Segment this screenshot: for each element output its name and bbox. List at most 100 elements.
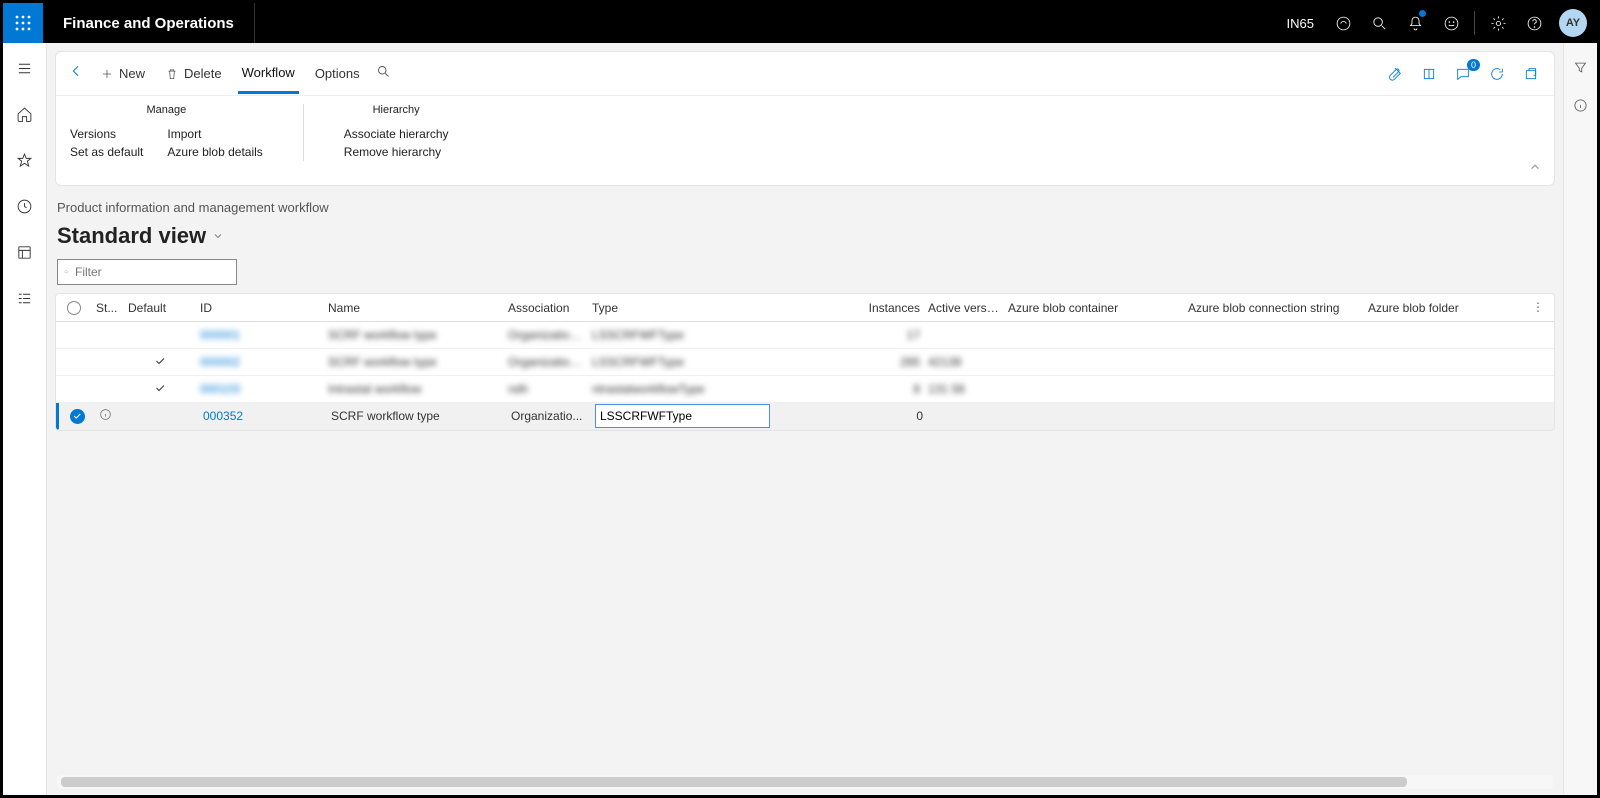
action-associate-hierarchy[interactable]: Associate hierarchy bbox=[344, 125, 449, 143]
chevron-down-icon bbox=[212, 230, 224, 242]
column-id[interactable]: ID bbox=[196, 301, 324, 315]
action-search-icon[interactable] bbox=[376, 64, 391, 84]
breadcrumb: Product information and management workf… bbox=[55, 194, 1555, 221]
table-row[interactable]: 000103Intrastat workflowndhntrastatworkf… bbox=[56, 376, 1554, 403]
row-name: SCRF workflow type bbox=[324, 328, 504, 342]
column-blob-container[interactable]: Azure blob container bbox=[1004, 301, 1184, 315]
right-side-rail bbox=[1563, 43, 1597, 795]
action-bar: New Delete Workflow Options 0 bbox=[55, 51, 1555, 186]
recent-icon[interactable] bbox=[8, 189, 42, 223]
action-versions[interactable]: Versions bbox=[70, 125, 143, 143]
table-row[interactable]: 000001SCRF workflow typeOrganizatio…LSSC… bbox=[56, 322, 1554, 349]
row-id-link[interactable]: 000352 bbox=[199, 409, 327, 423]
messages-icon[interactable]: 0 bbox=[1452, 63, 1474, 85]
new-button[interactable]: New bbox=[96, 62, 149, 85]
related-info-icon[interactable] bbox=[1571, 95, 1591, 115]
row-active-version: 42138 bbox=[924, 355, 1004, 369]
column-blob-connection[interactable]: Azure blob connection string bbox=[1184, 301, 1364, 315]
refresh-icon[interactable] bbox=[1486, 63, 1508, 85]
settings-icon[interactable] bbox=[1481, 3, 1515, 43]
row-name: Intrastat workflow bbox=[324, 382, 504, 396]
action-group-manage: Manage Versions Set as default Import Az… bbox=[70, 104, 263, 161]
view-title-label: Standard view bbox=[57, 223, 206, 249]
top-header: Finance and Operations IN65 AY bbox=[3, 3, 1597, 43]
row-association: ndh bbox=[504, 382, 588, 396]
horizontal-scrollbar[interactable] bbox=[57, 775, 1553, 789]
app-title: Finance and Operations bbox=[43, 3, 255, 43]
legal-entity[interactable]: IN65 bbox=[1277, 16, 1324, 31]
search-icon bbox=[64, 266, 69, 278]
grid-column-options-icon[interactable]: ⋮ bbox=[1528, 300, 1548, 314]
column-name[interactable]: Name bbox=[324, 301, 504, 315]
row-default bbox=[124, 382, 196, 397]
row-id-link[interactable]: 000103 bbox=[196, 382, 324, 396]
row-name: SCRF workflow type bbox=[324, 355, 504, 369]
search-icon[interactable] bbox=[1362, 3, 1396, 43]
row-type: LSSCRFWFType bbox=[588, 328, 848, 342]
user-avatar[interactable]: AY bbox=[1559, 9, 1587, 37]
open-in-window-icon[interactable] bbox=[1418, 63, 1440, 85]
row-status bbox=[95, 408, 127, 424]
back-button[interactable] bbox=[68, 63, 84, 84]
column-active-version[interactable]: Active version bbox=[924, 301, 1004, 315]
row-instances: 8 bbox=[848, 382, 924, 396]
row-association: Organizatio... bbox=[507, 409, 591, 423]
select-all[interactable] bbox=[56, 301, 92, 315]
feedback-icon[interactable] bbox=[1434, 3, 1468, 43]
left-navigation-rail bbox=[3, 43, 47, 795]
main-content: New Delete Workflow Options 0 bbox=[47, 43, 1563, 795]
app-launcher-button[interactable] bbox=[3, 3, 43, 43]
group-title-manage: Manage bbox=[70, 104, 263, 116]
delete-button[interactable]: Delete bbox=[161, 62, 226, 85]
row-type[interactable] bbox=[591, 404, 851, 428]
action-azure-blob-details[interactable]: Azure blob details bbox=[167, 143, 262, 161]
column-association[interactable]: Association bbox=[504, 301, 588, 315]
delete-button-label: Delete bbox=[184, 66, 222, 81]
group-title-hierarchy: Hierarchy bbox=[344, 104, 449, 116]
action-remove-hierarchy[interactable]: Remove hierarchy bbox=[344, 143, 449, 161]
view-selector[interactable]: Standard view bbox=[55, 221, 1555, 259]
column-status[interactable]: St... bbox=[92, 301, 124, 315]
tab-options[interactable]: Options bbox=[311, 55, 364, 92]
column-instances[interactable]: Instances bbox=[848, 301, 924, 315]
workspaces-icon[interactable] bbox=[8, 235, 42, 269]
tab-workflow[interactable]: Workflow bbox=[238, 54, 299, 94]
plus-icon bbox=[100, 67, 114, 81]
action-group-hierarchy: Hierarchy Associate hierarchy Remove hie… bbox=[344, 104, 449, 161]
favorites-icon[interactable] bbox=[8, 143, 42, 177]
help-icon[interactable] bbox=[1517, 3, 1551, 43]
row-default bbox=[124, 355, 196, 370]
row-id-link[interactable]: 000002 bbox=[196, 355, 324, 369]
table-row[interactable]: 000352SCRF workflow typeOrganizatio...0 bbox=[56, 403, 1554, 430]
column-type[interactable]: Type bbox=[588, 301, 848, 315]
row-instances: 17 bbox=[848, 328, 924, 342]
column-default[interactable]: Default bbox=[124, 301, 196, 315]
quick-filter[interactable] bbox=[57, 259, 237, 285]
row-association: Organizatio… bbox=[504, 355, 588, 369]
collapse-action-pane-icon[interactable] bbox=[1528, 160, 1542, 179]
hamburger-icon[interactable] bbox=[8, 51, 42, 85]
filter-input[interactable] bbox=[75, 265, 230, 279]
row-select[interactable] bbox=[59, 409, 95, 424]
grid-header: St... Default ID Name Association Type I… bbox=[56, 294, 1554, 322]
new-button-label: New bbox=[119, 66, 145, 81]
waffle-icon bbox=[15, 15, 31, 31]
row-instances: 285 bbox=[848, 355, 924, 369]
table-row[interactable]: 000002SCRF workflow typeOrganizatio…LSSC… bbox=[56, 349, 1554, 376]
notifications-icon[interactable] bbox=[1398, 3, 1432, 43]
attachments-icon[interactable] bbox=[1384, 63, 1406, 85]
copilot-icon[interactable] bbox=[1326, 3, 1360, 43]
row-type-input[interactable] bbox=[595, 404, 770, 428]
row-association: Organizatio… bbox=[504, 328, 588, 342]
row-id-link[interactable]: 000001 bbox=[196, 328, 324, 342]
row-instances: 0 bbox=[851, 409, 927, 423]
filter-pane-icon[interactable] bbox=[1571, 57, 1591, 77]
home-icon[interactable] bbox=[8, 97, 42, 131]
row-type: ntrastatworkflowType bbox=[588, 382, 848, 396]
action-set-as-default[interactable]: Set as default bbox=[70, 143, 143, 161]
action-import[interactable]: Import bbox=[167, 125, 262, 143]
trash-icon bbox=[165, 67, 179, 81]
column-blob-folder[interactable]: Azure blob folder bbox=[1364, 301, 1484, 315]
modules-icon[interactable] bbox=[8, 281, 42, 315]
popout-icon[interactable] bbox=[1520, 63, 1542, 85]
